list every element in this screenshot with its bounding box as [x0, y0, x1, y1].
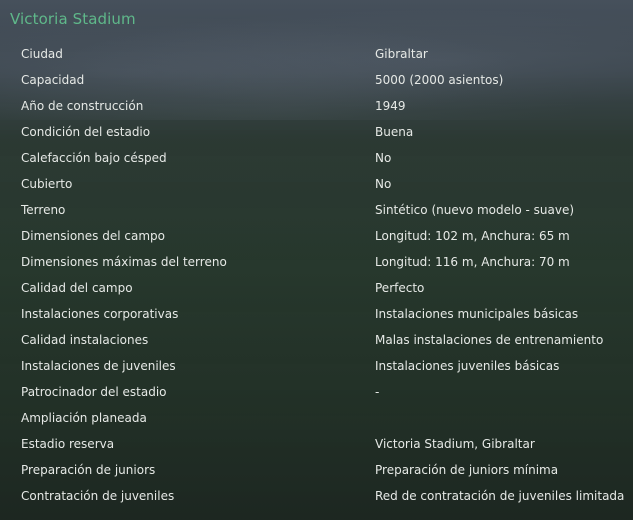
detail-label: Condición del estadio: [21, 125, 151, 139]
detail-label: Patrocinador del estadio: [21, 385, 167, 399]
detail-value: 1949: [375, 99, 406, 113]
detail-row-dimensiones-maximas: Dimensiones máximas del terreno Longitud…: [0, 249, 633, 275]
detail-value: Longitud: 116 m, Anchura: 70 m: [375, 255, 570, 269]
detail-label: Ciudad: [21, 47, 63, 61]
detail-value: No: [375, 177, 392, 191]
detail-label: Terreno: [21, 203, 66, 217]
detail-label: Calefacción bajo césped: [21, 151, 167, 165]
detail-row-calefaccion: Calefacción bajo césped No: [0, 145, 633, 171]
detail-label: Ampliación planeada: [21, 411, 147, 425]
detail-row-condicion: Condición del estadio Buena: [0, 119, 633, 145]
stadium-info-panel: Victoria Stadium Ciudad Gibraltar Capaci…: [0, 0, 633, 520]
detail-value: No: [375, 151, 392, 165]
detail-row-instalaciones-juveniles: Instalaciones de juveniles Instalaciones…: [0, 353, 633, 379]
detail-value: Longitud: 102 m, Anchura: 65 m: [375, 229, 570, 243]
detail-row-capacidad: Capacidad 5000 (2000 asientos): [0, 67, 633, 93]
detail-row-estadio-reserva: Estadio reserva Victoria Stadium, Gibral…: [0, 431, 633, 457]
detail-row-preparacion-juniors: Preparación de juniors Preparación de ju…: [0, 457, 633, 483]
detail-label: Preparación de juniors: [21, 463, 156, 477]
detail-value: -: [375, 385, 380, 399]
detail-row-contratacion-juveniles: Contratación de juveniles Red de contrat…: [0, 483, 633, 509]
detail-value: Gibraltar: [375, 47, 428, 61]
detail-row-patrocinador: Patrocinador del estadio -: [0, 379, 633, 405]
detail-row-ampliacion: Ampliación planeada: [0, 405, 633, 431]
detail-row-terreno: Terreno Sintético (nuevo modelo - suave): [0, 197, 633, 223]
detail-label: Contratación de juveniles: [21, 489, 175, 503]
stadium-title[interactable]: Victoria Stadium: [10, 8, 136, 30]
detail-label: Instalaciones de juveniles: [21, 359, 176, 373]
detail-label: Cubierto: [21, 177, 73, 191]
detail-label: Año de construcción: [21, 99, 144, 113]
stadium-details-list: Ciudad Gibraltar Capacidad 5000 (2000 as…: [0, 41, 633, 509]
detail-row-ciudad: Ciudad Gibraltar: [0, 41, 633, 67]
detail-label: Dimensiones del campo: [21, 229, 165, 243]
detail-value: Sintético (nuevo modelo - suave): [375, 203, 575, 217]
detail-label: Calidad del campo: [21, 281, 133, 295]
detail-label: Calidad instalaciones: [21, 333, 149, 347]
detail-row-calidad-campo: Calidad del campo Perfecto: [0, 275, 633, 301]
detail-row-dimensiones-campo: Dimensiones del campo Longitud: 102 m, A…: [0, 223, 633, 249]
detail-row-cubierto: Cubierto No: [0, 171, 633, 197]
detail-row-instalaciones-corporativas: Instalaciones corporativas Instalaciones…: [0, 301, 633, 327]
detail-value: 5000 (2000 asientos): [375, 73, 504, 87]
detail-value[interactable]: Victoria Stadium, Gibraltar: [375, 431, 535, 457]
detail-value: Instalaciones juveniles básicas: [375, 359, 560, 373]
detail-label: Dimensiones máximas del terreno: [21, 255, 227, 269]
detail-row-ano-construccion: Año de construcción 1949: [0, 93, 633, 119]
detail-row-calidad-instalaciones: Calidad instalaciones Malas instalacione…: [0, 327, 633, 353]
detail-value: Preparación de juniors mínima: [375, 463, 559, 477]
detail-value: Perfecto: [375, 281, 425, 295]
detail-value: Buena: [375, 125, 414, 139]
detail-value: Malas instalaciones de entrenamiento: [375, 333, 604, 347]
detail-value: Instalaciones municipales básicas: [375, 307, 579, 321]
detail-value: Red de contratación de juveniles limitad…: [375, 489, 625, 503]
detail-label: Estadio reserva: [21, 437, 115, 451]
detail-label: Instalaciones corporativas: [21, 307, 179, 321]
detail-label: Capacidad: [21, 73, 85, 87]
